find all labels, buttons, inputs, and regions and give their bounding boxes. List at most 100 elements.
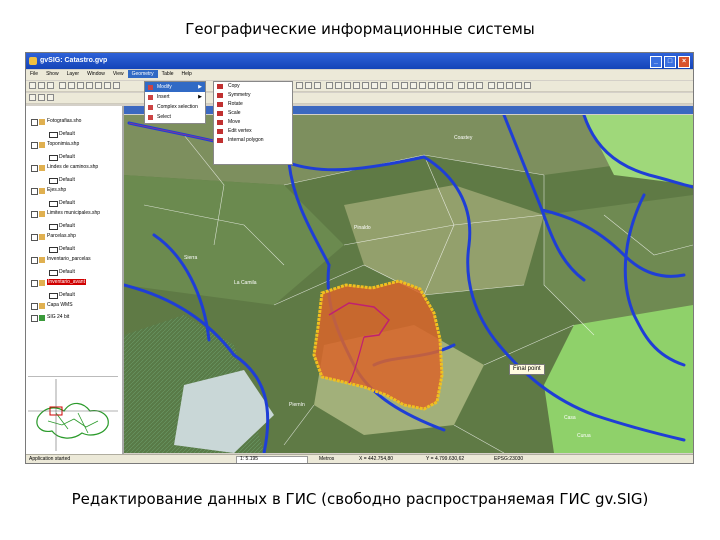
zoom-out-icon[interactable] — [77, 82, 84, 89]
layer-row[interactable]: Toponimia.shp — [29, 140, 120, 152]
window-titlebar[interactable]: gvSIG: Catastro.gvp _ □ × — [26, 53, 693, 69]
menu-file[interactable]: File — [26, 70, 42, 78]
layer-checkbox[interactable] — [31, 188, 38, 195]
submenu-item-copy[interactable]: Copy — [214, 82, 292, 91]
line-icon[interactable] — [335, 82, 342, 89]
submenu-item-rotate[interactable]: Rotate — [214, 100, 292, 109]
submenu-item-edit-vertex[interactable]: Edit vertex — [214, 127, 292, 136]
save-icon[interactable] — [47, 82, 54, 89]
info-icon[interactable] — [104, 82, 111, 89]
print-icon[interactable] — [524, 82, 531, 89]
layer-row[interactable]: Parcelas.shp — [29, 232, 120, 244]
layer-checkbox[interactable] — [31, 234, 38, 241]
select-icon[interactable] — [296, 82, 303, 89]
copy-icon[interactable] — [392, 82, 399, 89]
y-coordinate: Y = 4.799.630,62 — [426, 456, 465, 462]
map-canvas[interactable]: Final point Sierra Coastey Pinaldo Casa … — [124, 115, 693, 453]
add-layer-icon[interactable] — [59, 82, 66, 89]
layer-checkbox[interactable] — [31, 314, 38, 322]
overview-map[interactable] — [28, 376, 118, 452]
table-icon[interactable] — [506, 82, 513, 89]
zoom-in-icon[interactable] — [68, 82, 75, 89]
layout-icon[interactable] — [515, 82, 522, 89]
ellipse-icon[interactable] — [371, 82, 378, 89]
redo-icon[interactable] — [497, 82, 504, 89]
symmetry-icon[interactable] — [401, 82, 408, 89]
submenu-item-internal-polygon[interactable]: Internal polygon — [214, 136, 292, 145]
select-arrow-icon — [148, 115, 153, 120]
internal-polygon-icon[interactable] — [446, 82, 453, 89]
menu-item-select[interactable]: Select — [145, 112, 205, 122]
layer-row[interactable]: Inventario_parcelas — [29, 255, 120, 267]
menu-view[interactable]: View — [109, 70, 128, 78]
layer-row[interactable]: Fotografias.sho — [29, 117, 120, 129]
layer-checkbox[interactable] — [31, 303, 38, 310]
layer-checkbox[interactable] — [31, 257, 38, 264]
close-button[interactable]: × — [678, 56, 690, 68]
select-poly-icon[interactable] — [314, 82, 321, 89]
layer-checkbox[interactable] — [31, 165, 38, 172]
move-icon[interactable] — [428, 82, 435, 89]
polygon-icon[interactable] — [353, 82, 360, 89]
open-icon[interactable] — [38, 82, 45, 89]
maximize-button[interactable]: □ — [664, 56, 676, 68]
edit-vertex-icon[interactable] — [437, 82, 444, 89]
layer-name: Capa WMS — [47, 302, 73, 308]
submenu-item-symmetry[interactable]: Symmetry — [214, 91, 292, 100]
layer-row[interactable]: Lindes de caminos.shp — [29, 163, 120, 175]
layer-name: Toponimia.shp — [47, 141, 80, 147]
view-title[interactable]: View: Inventario de Caminos — [26, 106, 693, 114]
measure-icon[interactable] — [113, 82, 120, 89]
pan-icon[interactable] — [86, 82, 93, 89]
join-icon[interactable] — [476, 82, 483, 89]
layer-checkbox[interactable] — [31, 280, 38, 287]
move-icon — [217, 120, 223, 125]
rotate-icon[interactable] — [410, 82, 417, 89]
select-rect-icon[interactable] — [305, 82, 312, 89]
locator-icon[interactable] — [38, 94, 45, 101]
scale-icon[interactable] — [419, 82, 426, 89]
legend-name: Default — [59, 153, 75, 160]
symbol-icon — [49, 200, 58, 207]
layer-checkbox[interactable] — [31, 142, 38, 149]
place-label: La Camila — [234, 280, 257, 286]
menu-geometry[interactable]: Geometry — [127, 70, 158, 78]
new-icon[interactable] — [29, 82, 36, 89]
point-icon[interactable] — [326, 82, 333, 89]
symbol-icon — [49, 223, 58, 230]
zoom-extent-icon[interactable] — [95, 82, 102, 89]
layer-checkbox[interactable] — [31, 119, 38, 126]
layer-name: Limites municipales.shp — [47, 210, 101, 216]
rectangle-icon[interactable] — [380, 82, 387, 89]
menu-show[interactable]: Show — [42, 70, 63, 78]
minimize-button[interactable]: _ — [650, 56, 662, 68]
raster-icon — [39, 314, 45, 321]
menu-table[interactable]: Table — [158, 70, 178, 78]
undo-icon[interactable] — [488, 82, 495, 89]
legend-name: Default — [59, 291, 75, 298]
export-icon[interactable] — [47, 94, 54, 101]
circle-icon[interactable] — [362, 82, 369, 89]
menu-window[interactable]: Window — [83, 70, 109, 78]
menu-item-insert[interactable]: Insert ▶ — [145, 92, 205, 102]
layer-row-editing[interactable]: Inventario_avant — [29, 278, 120, 290]
view-properties-icon[interactable] — [29, 94, 36, 101]
layer-row[interactable]: SIG 24 bit — [29, 313, 120, 325]
menu-help[interactable]: Help — [178, 70, 196, 78]
legend-row: Default — [29, 290, 120, 302]
cut-icon[interactable] — [467, 82, 474, 89]
layer-name: Lindes de caminos.shp — [47, 164, 99, 170]
slide-caption: Редактирование данных в ГИС (свободно ра… — [71, 490, 649, 508]
layer-checkbox[interactable] — [31, 211, 38, 218]
menu-item-complex-selection[interactable]: Complex selection — [145, 102, 205, 112]
polyline-icon[interactable] — [344, 82, 351, 89]
submenu-item-move[interactable]: Move — [214, 118, 292, 127]
arrow-tool-icon[interactable] — [458, 82, 465, 89]
layer-row[interactable]: Ejes.shp — [29, 186, 120, 198]
submenu-item-scale[interactable]: Scale — [214, 109, 292, 118]
menu-layer[interactable]: Layer — [63, 70, 84, 78]
menu-item-modify[interactable]: Modify ▶ — [145, 82, 205, 92]
layer-row[interactable]: Capa WMS — [29, 301, 120, 313]
layer-list: Fotografias.sho Default Toponimia.shp De… — [29, 117, 120, 377]
layer-row[interactable]: Limites municipales.shp — [29, 209, 120, 221]
